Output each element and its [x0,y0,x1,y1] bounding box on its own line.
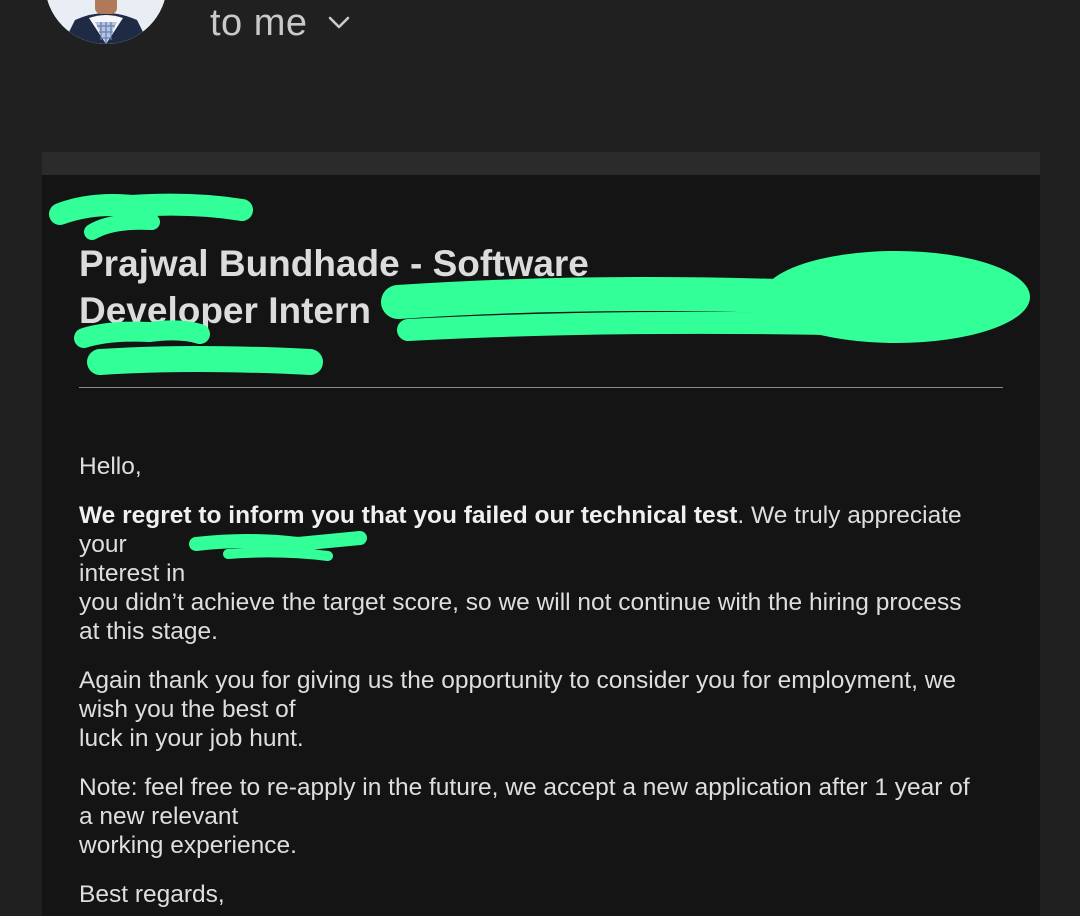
email-heading: Prajwal Bundhade - Software Developer In… [79,240,639,334]
email-body: Hello, We regret to inform you that you … [79,452,1009,916]
paragraph-note-line-3: working experience. [79,832,297,859]
sender-avatar[interactable] [45,0,167,44]
greeting: Hello, [79,453,142,480]
paragraph-note-line-1: Note: feel free to re-apply in the futur… [79,774,970,801]
recipient-label: to me [210,1,308,44]
chevron-down-icon [326,10,352,36]
paragraph-rejection-line-1: We regret to inform you that you failed … [79,501,1009,559]
email-view: to me Prajwal Bundhade - Software Develo… [0,0,1080,916]
paragraph-thanks: Again thank you for giving us the opport… [79,666,1009,753]
paragraph-rejection-line-2: interest in [79,560,186,587]
paragraph-rejection: We regret to inform you that you failed … [79,501,1009,646]
paragraph-thanks-line-1: Again thank you for giving us the opport… [79,667,957,694]
paragraph-note: Note: feel free to re-apply in the futur… [79,773,1009,860]
paragraph-note-line-2: a new relevant [79,803,239,830]
signoff: Best regards, [79,881,225,908]
paragraph-rejection-line-4: at this stage. [79,618,218,645]
heading-divider [79,387,1003,388]
avatar-photo-icon [45,0,167,44]
email-heading-line-2: Developer Intern [79,290,371,331]
recipient-details-toggle[interactable]: to me [210,2,352,44]
paragraph-thanks-line-2: wish you the best of [79,696,296,723]
paragraph-thanks-line-3: luck in your job hunt. [79,725,304,752]
rejection-bold-text: We regret to inform you that you failed … [79,502,738,529]
message-card-header-strip [42,152,1040,175]
email-heading-line-1: Prajwal Bundhade - Software [79,243,589,284]
paragraph-rejection-line-3: you didn’t achieve the target score, so … [79,589,962,616]
